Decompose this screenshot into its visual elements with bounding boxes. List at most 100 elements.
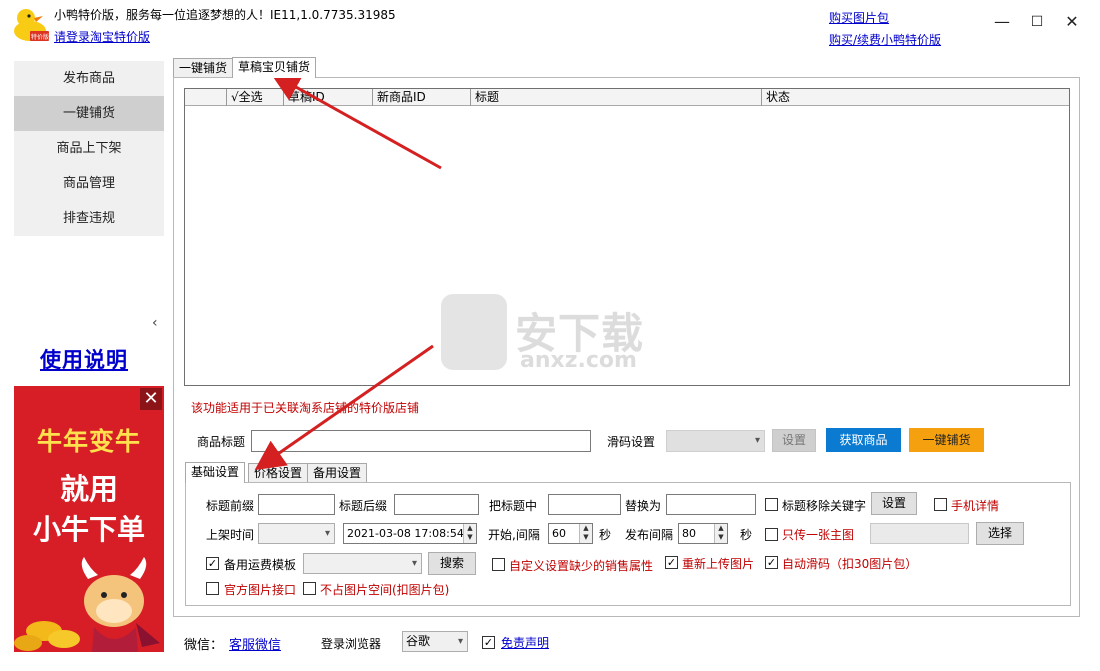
ad-close-icon[interactable]: ✕ (140, 388, 162, 410)
reupload-label: 重新上传图片 (682, 557, 755, 571)
slip-setting-select[interactable]: ▾ (666, 430, 765, 452)
title-suffix-label: 标题后缀 (339, 499, 388, 513)
spin-arrows-icon[interactable]: ▲ ▼ (714, 524, 727, 543)
title-prefix-label: 标题前缀 (206, 499, 255, 513)
wechat-label: 微信： (184, 638, 224, 653)
col-header-blank (185, 89, 227, 106)
goods-title-input[interactable] (251, 430, 591, 452)
spin-arrows-icon[interactable]: ▲ ▼ (579, 524, 592, 543)
chevron-down-icon: ▾ (457, 636, 463, 647)
col-header-draft-id: 草稿ID (284, 89, 373, 106)
replace-to-input[interactable] (666, 494, 756, 515)
tab-basic-settings[interactable]: 基础设置 (185, 462, 246, 483)
shelf-time-label: 上架时间 (206, 528, 255, 542)
remove-keywords-checkbox[interactable] (765, 498, 778, 511)
disclaimer-link[interactable]: 免责声明 (501, 634, 549, 651)
publish-interval-unit: 秒 (740, 528, 753, 542)
datetime-value: 2021-03-08 17:08:54 (347, 527, 464, 540)
one-click-listing-button[interactable]: 一键铺货 (909, 428, 984, 452)
auto-slip-checkbox[interactable]: ✓ (765, 556, 778, 569)
sidebar-item-one-click[interactable]: 一键铺货 (14, 96, 164, 131)
ad-line-3: 小牛下单 (32, 513, 145, 546)
watermark-sub: anxz.com (520, 348, 637, 373)
spin-arrows-icon[interactable]: ▲ ▼ (463, 524, 476, 543)
browser-label: 登录浏览器 (321, 637, 382, 651)
col-header-new-id: 新商品ID (373, 89, 471, 106)
shelf-time-select[interactable]: ▾ (258, 523, 335, 544)
replace-with-label: 替换为 (625, 499, 662, 513)
usage-guide-link[interactable]: 使用说明 (40, 344, 128, 374)
ad-bull-mascot-icon (14, 557, 160, 652)
browser-value: 谷歌 (406, 634, 431, 648)
slip-setting-label: 滑码设置 (607, 435, 656, 449)
collapse-sidebar-icon[interactable]: ‹ (152, 315, 158, 331)
search-freight-button[interactable]: 搜索 (428, 552, 476, 575)
notice-text: 该功能适用于已关联淘系店铺的特价版店铺 (191, 401, 420, 415)
reupload-checkbox[interactable]: ✓ (665, 556, 678, 569)
col-header-title: 标题 (471, 89, 762, 106)
publish-interval-value: 80 (682, 527, 696, 540)
tab-one-click[interactable]: 一键铺货 (173, 58, 234, 78)
app-logo: 特价版 (10, 5, 50, 43)
title-prefix-input[interactable] (258, 494, 335, 515)
select-image-button[interactable]: 选择 (976, 522, 1024, 545)
service-wechat-link[interactable]: 客服微信 (229, 634, 281, 653)
no-space-checkbox[interactable] (303, 582, 316, 595)
buy-pics-link[interactable]: 购买图片包 (829, 9, 889, 26)
ad-banner[interactable]: ✕ 牛年变牛 就用 小牛下单 (14, 386, 164, 652)
backup-freight-label: 备用运费模板 (224, 558, 297, 572)
sidebar-item-publish[interactable]: 发布商品 (14, 61, 164, 96)
only-main-image-label: 只传一张主图 (782, 528, 855, 542)
replace-in-label: 把标题中 (489, 499, 538, 513)
remove-keywords-label: 标题移除关键字 (782, 499, 867, 513)
chevron-down-icon: ▾ (411, 558, 417, 569)
only-main-image-checkbox[interactable] (765, 528, 778, 541)
logo-badge: 特价版 (31, 34, 50, 41)
freight-template-select[interactable]: ▾ (303, 553, 422, 574)
start-interval-label: 开始,间隔 (488, 528, 540, 542)
start-interval-unit: 秒 (599, 528, 612, 542)
goods-title-label: 商品标题 (197, 435, 246, 449)
col-header-select-all[interactable]: √全选 (227, 89, 284, 106)
login-link[interactable]: 请登录淘宝特价版 (54, 28, 150, 45)
publish-interval-stepper[interactable]: 80 ▲ ▼ (678, 523, 728, 544)
minimize-button[interactable]: — (994, 14, 1010, 30)
col-header-status: 状态 (766, 90, 791, 104)
slip-set-button[interactable]: 设置 (772, 429, 816, 452)
chevron-down-icon: ▾ (754, 435, 760, 446)
main-image-path-input[interactable] (870, 523, 969, 544)
mobile-detail-checkbox[interactable] (934, 498, 947, 511)
ad-line-2: 就用 (59, 472, 118, 506)
official-image-checkbox[interactable] (206, 582, 219, 595)
remove-keywords-set-button[interactable]: 设置 (871, 492, 917, 515)
buy-renew-link[interactable]: 购买/续费小鸭特价版 (829, 31, 941, 48)
official-image-label: 官方图片接口 (224, 583, 297, 597)
replace-from-input[interactable] (548, 494, 621, 515)
maximize-button[interactable]: ☐ (1029, 14, 1045, 30)
datetime-picker[interactable]: 2021-03-08 17:08:54 ▲ ▼ (343, 523, 477, 544)
tab-backup-settings[interactable]: 备用设置 (307, 463, 368, 483)
ad-line-1: 牛年变牛 (36, 427, 141, 456)
mobile-detail-label: 手机详情 (951, 499, 1000, 513)
get-goods-button[interactable]: 获取商品 (826, 428, 901, 452)
tab-draft-listing[interactable]: 草稿宝贝铺货 (232, 57, 317, 78)
publish-interval-label: 发布间隔 (625, 528, 674, 542)
disclaimer-checkbox[interactable]: ✓ (482, 636, 495, 649)
custom-attr-label: 自定义设置缺少的销售属性 (509, 559, 654, 573)
browser-select[interactable]: 谷歌 ▾ (402, 631, 468, 652)
sidebar-item-shelf[interactable]: 商品上下架 (14, 131, 164, 166)
sidebar-item-manage[interactable]: 商品管理 (14, 166, 164, 201)
no-space-label: 不占图片空间(扣图片包) (320, 583, 450, 597)
title-suffix-input[interactable] (394, 494, 479, 515)
close-button[interactable]: ✕ (1064, 14, 1080, 30)
start-interval-stepper[interactable]: 60 ▲ ▼ (548, 523, 593, 544)
app-title: 小鸭特价版，服务每一位追逐梦想的人！IE11,1.0.7735.31985 (54, 8, 396, 22)
backup-freight-checkbox[interactable]: ✓ (206, 557, 219, 570)
start-interval-value: 60 (552, 527, 566, 540)
tab-price-settings[interactable]: 价格设置 (248, 463, 309, 483)
sidebar-item-violations[interactable]: 排查违规 (14, 201, 164, 236)
auto-slip-label: 自动滑码（扣30图片包） (782, 557, 918, 571)
chevron-down-icon: ▾ (324, 528, 330, 539)
sidebar: 发布商品 一键铺货 商品上下架 商品管理 排查违规 (14, 61, 164, 236)
custom-attr-checkbox[interactable] (492, 558, 505, 571)
